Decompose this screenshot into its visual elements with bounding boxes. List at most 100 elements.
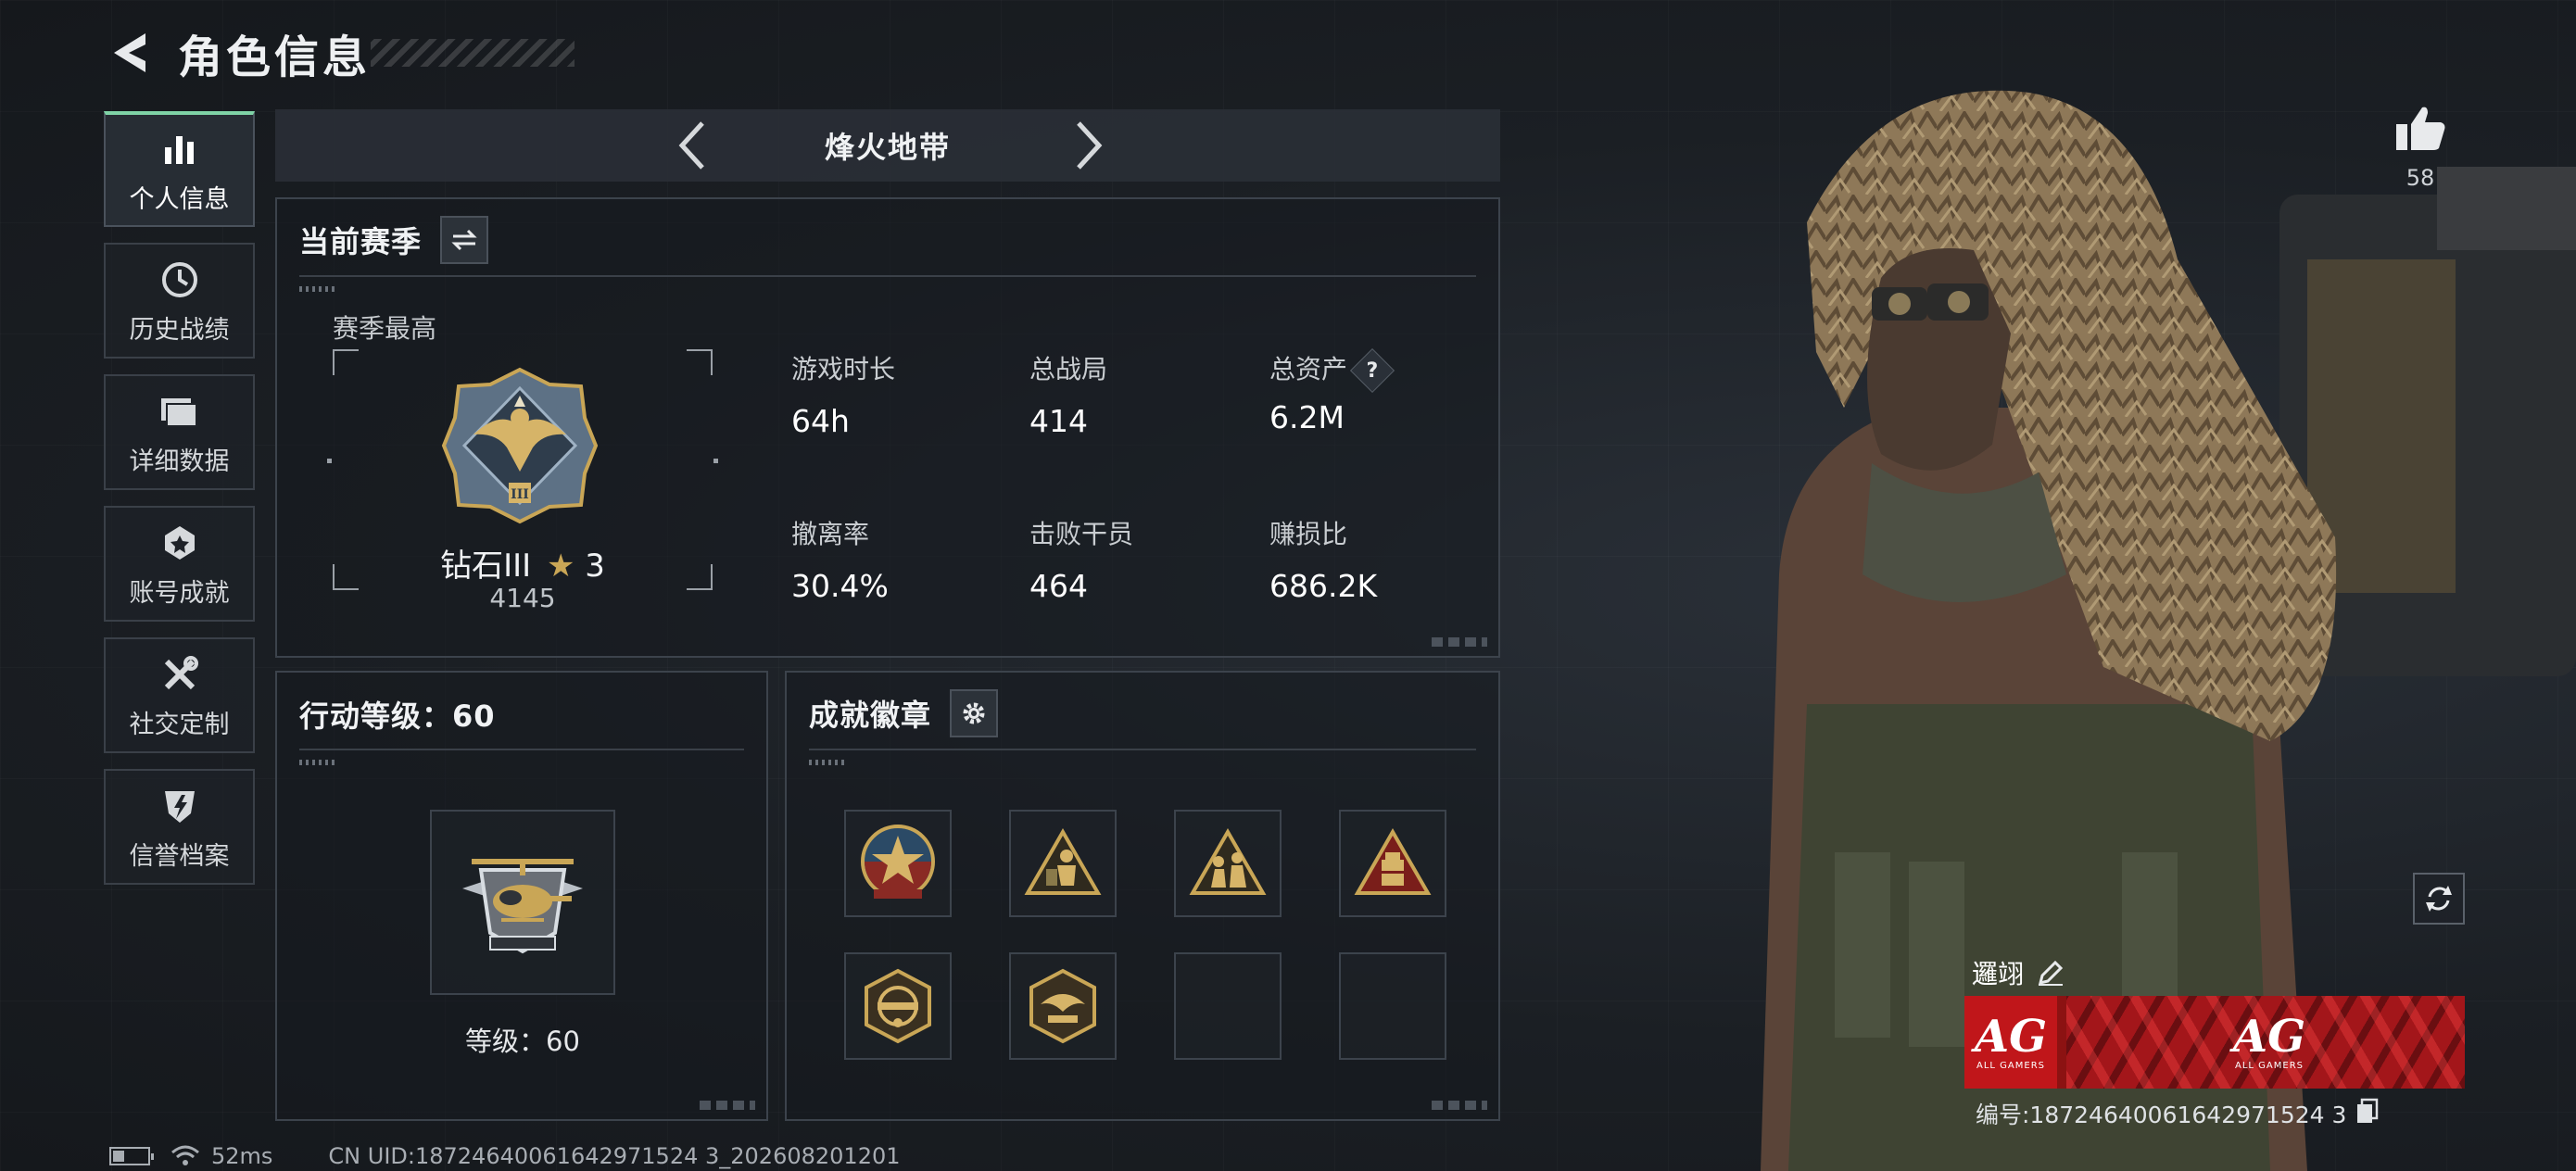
divider [299, 275, 1476, 277]
stat-value: 6.2M [1269, 399, 1345, 435]
corner-decoration [1432, 1101, 1487, 1110]
crest-emblem-badge-icon [1029, 968, 1096, 1044]
level-emblem [430, 810, 615, 995]
nav-label: 个人信息 [129, 185, 230, 214]
player-name-row: 邏翊 [1972, 954, 2065, 991]
folder-icon [159, 387, 200, 435]
divider [809, 749, 1476, 750]
badge-settings-button[interactable] [950, 689, 999, 737]
nav-label: 社交定制 [129, 711, 230, 739]
nav-item-personal-info[interactable]: 个人信息 [104, 111, 255, 227]
level-title: 行动等级：60 [299, 699, 496, 734]
pencil-icon [2038, 960, 2064, 986]
like-button[interactable]: 58 [2391, 104, 2450, 191]
squad-triangle-badge-icon [1189, 827, 1267, 895]
stat-label: 总战局 [1029, 354, 1108, 384]
nav-item-history[interactable]: 历史战绩 [104, 243, 255, 359]
stat-profit-ratio: 赚损比 686.2K [1269, 514, 1377, 604]
stat-label: 游戏时长 [791, 354, 896, 384]
stat-label: 撤离率 [791, 519, 870, 549]
season-panel: 当前赛季 赛季最高 III 钻石III ★ 3 4145 游戏时长 64h 总战… [275, 197, 1500, 658]
stat-play-time: 游戏时长 64h [791, 349, 895, 439]
stat-total-matches: 总战局 414 [1029, 349, 1107, 439]
title-decoration [371, 39, 575, 67]
rotate-model-button[interactable] [2413, 873, 2465, 925]
stat-label-row: 总资产? [1269, 347, 1395, 394]
stat-value: 464 [1029, 568, 1088, 604]
clock-history-icon [159, 256, 200, 304]
mode-next-button[interactable] [1061, 117, 1117, 174]
gear-icon [963, 702, 985, 724]
diamond-rank-emblem-icon: III [441, 367, 599, 524]
serial-row: 编号:18724640061642971524 3 [1976, 1097, 2380, 1130]
edit-name-button[interactable] [2037, 959, 2065, 987]
stat-value: 414 [1029, 403, 1088, 439]
question-mark-icon: ? [1366, 359, 1379, 383]
rank-stars: 3 [585, 548, 605, 585]
stat-operators-defeated: 击败干员 464 [1029, 514, 1133, 604]
bar-chart-icon [161, 125, 198, 173]
badge-slot-empty[interactable] [1339, 952, 1446, 1060]
medal-icon [159, 519, 200, 567]
nav-item-achievements[interactable]: 账号成就 [104, 506, 255, 622]
nav-item-social-custom[interactable]: 社交定制 [104, 637, 255, 753]
divider-ticks [299, 286, 336, 292]
wifi-icon [171, 1145, 199, 1165]
rotate-icon [2426, 886, 2452, 912]
team-logo-sub: ALL GAMERS [2235, 1060, 2304, 1071]
svg-text:III: III [511, 487, 529, 502]
divider-ticks [809, 760, 846, 765]
copy-icon [2357, 1098, 2379, 1123]
stat-label: 赚损比 [1269, 519, 1348, 549]
stat-value: 64h [791, 403, 850, 439]
badge-slot[interactable] [844, 810, 952, 917]
copy-button[interactable] [2355, 1098, 2380, 1129]
hexagon-emblem-badge-icon [865, 968, 931, 1044]
corner-decoration [1432, 637, 1487, 647]
mode-selector: 烽火地带 [275, 109, 1500, 182]
stat-label: 击败干员 [1029, 519, 1134, 549]
mode-prev-button[interactable] [664, 117, 720, 174]
battery-icon [109, 1147, 154, 1165]
status-footer: 52ms CN UID:18724640061642971524 3_20260… [109, 1143, 901, 1169]
corner-decoration [700, 1101, 755, 1110]
stat-label: 总资产 [1269, 354, 1348, 384]
divider [299, 749, 744, 750]
tools-icon [159, 650, 200, 699]
switch-season-button[interactable] [440, 216, 489, 264]
ping-value: 52ms [211, 1143, 273, 1169]
nav-label: 信誉档案 [129, 842, 230, 871]
team-logo: AG ALL GAMERS [1964, 996, 2057, 1089]
back-button[interactable] [102, 25, 158, 81]
team-logo-center: AG ALL GAMERS [2218, 996, 2320, 1089]
nav-item-detailed-data[interactable]: 详细数据 [104, 374, 255, 490]
badge-slot-empty[interactable] [1174, 952, 1282, 1060]
like-count: 58 [2406, 165, 2435, 191]
badge-slot[interactable] [844, 952, 952, 1060]
badge-slot[interactable] [1174, 810, 1282, 917]
level-caption: 等级：60 [465, 1026, 580, 1057]
badges-panel: 成就徽章 [785, 671, 1500, 1121]
header: 角色信息 [102, 20, 371, 85]
rank-name-row: 钻石III ★ 3 [333, 540, 713, 586]
stat-value: 686.2K [1269, 568, 1378, 604]
stat-total-assets: 总资产? 6.2M [1269, 347, 1395, 435]
helicopter-emblem-icon [462, 859, 583, 954]
badge-grid [844, 810, 1446, 1060]
badge-slot[interactable] [1009, 810, 1117, 917]
rank-star-icon: ★ [546, 548, 575, 585]
season-title: 当前赛季 [299, 224, 423, 259]
player-banner[interactable]: AG ALL GAMERS AG ALL GAMERS [1964, 996, 2465, 1089]
badge-slot[interactable] [1339, 810, 1446, 917]
swap-arrows-icon [451, 229, 477, 251]
uid-text: CN UID:18724640061642971524 3_2026082012… [328, 1143, 901, 1169]
nav-item-reputation[interactable]: 信誉档案 [104, 769, 255, 885]
nav-label: 账号成就 [129, 579, 230, 608]
badge-slot[interactable] [1009, 952, 1117, 1060]
soldier-triangle-badge-icon [1024, 827, 1102, 895]
crate-triangle-badge-icon [1354, 827, 1432, 895]
nav-label: 详细数据 [129, 447, 230, 476]
level-panel: 行动等级：60 等级：60 [275, 671, 768, 1121]
star-medal-badge-icon [861, 825, 935, 899]
help-button[interactable]: ? [1349, 347, 1395, 394]
